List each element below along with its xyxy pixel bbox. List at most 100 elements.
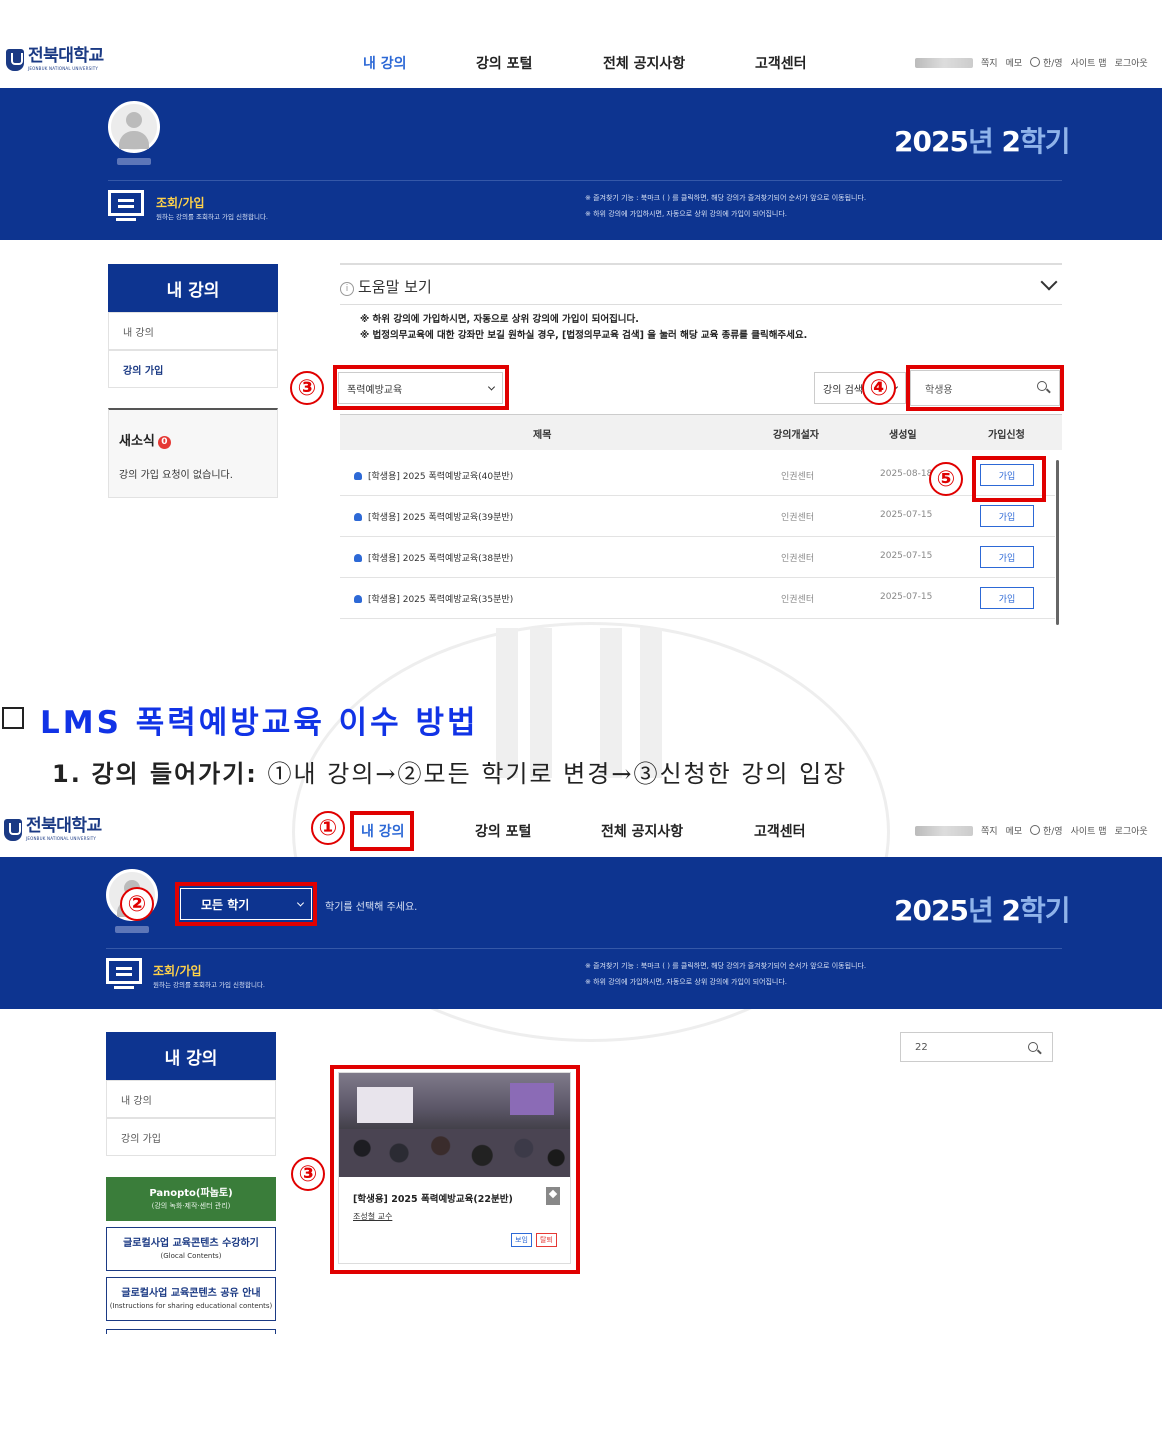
avatar-name-blurred — [115, 926, 149, 933]
row-maker: 인권센터 — [781, 472, 815, 482]
search-input-value: 22 — [915, 1041, 928, 1053]
promo-subtitle: (Instructions for sharing educational co… — [109, 1302, 273, 1310]
row-date: 2025-08-18 — [880, 469, 933, 479]
user-icon — [354, 595, 362, 603]
util-message[interactable]: 쪽지 — [981, 824, 998, 837]
row-maker: 인권센터 — [781, 595, 815, 605]
nav-my-courses[interactable]: 내 강의 — [363, 53, 407, 73]
row-title-text: [학생용] 2025 폭력예방교육(35분반) — [368, 595, 514, 605]
util-memo[interactable]: 메모 — [1006, 824, 1023, 837]
university-emblem-icon — [6, 48, 24, 71]
banner-divider — [106, 948, 1062, 949]
row-title[interactable]: [학생용] 2025 폭력예방교육(39분반) — [354, 510, 513, 523]
row-title[interactable]: [학생용] 2025 폭력예방교육(40분반) — [354, 469, 513, 482]
user-name-blurred — [915, 825, 973, 836]
avatar — [108, 101, 160, 153]
search-type-value: 강의 검색 — [823, 384, 863, 396]
nav-course-portal[interactable]: 강의 포털 — [476, 53, 532, 73]
chevron-down-icon[interactable] — [1040, 273, 1058, 291]
step-marker: ③ — [291, 1157, 325, 1191]
help-divider — [340, 304, 1062, 305]
help-title: 도움말 보기 — [358, 278, 432, 296]
promo-partial — [106, 1329, 276, 1334]
semester-year-suffix: 년 — [967, 894, 1002, 927]
sidebar-item-my-courses[interactable]: 내 강의 — [106, 1080, 276, 1118]
utility-menu: 쪽지 메모 한/영 사이트 맵 로그아웃 — [915, 824, 1148, 837]
nav-all-notices[interactable]: 전체 공지사항 — [603, 53, 685, 73]
util-logout[interactable]: 로그아웃 — [1115, 824, 1148, 837]
scrollbar[interactable] — [1056, 460, 1059, 625]
util-language[interactable]: 한/영 — [1030, 824, 1063, 837]
step-marker: ⑤ — [929, 462, 963, 496]
banner-divider — [108, 180, 1062, 181]
news-text: 강의 가입 요청이 없습니다. — [119, 470, 233, 481]
util-logout[interactable]: 로그아웃 — [1115, 56, 1148, 69]
university-logo[interactable]: 전북대학교 JEONBUK NATIONAL UNIVERSITY — [4, 818, 102, 841]
highlight-box — [330, 1065, 580, 1274]
semester-term: 2 — [1001, 125, 1021, 158]
step-label: 강의 들어가기: — [91, 760, 258, 788]
util-sitemap[interactable]: 사이트 맵 — [1071, 824, 1107, 837]
help-top-rule — [340, 263, 1062, 265]
row-title-text: [학생용] 2025 폭력예방교육(39분반) — [368, 513, 514, 523]
university-emblem-icon — [4, 818, 22, 841]
nav-course-portal[interactable]: 강의 포털 — [475, 821, 531, 841]
banner-note: ※ 즐겨찾기 기능 : 북마크 ( ) 를 클릭하면, 해당 강의가 즐겨찾기되… — [585, 194, 867, 202]
news-title: 새소식 0 — [119, 430, 171, 449]
user-icon — [354, 472, 362, 480]
help-toggle[interactable]: i 도움말 보기 — [340, 276, 432, 297]
col-title: 제목 — [533, 430, 552, 441]
table-row: [학생용] 2025 폭력예방교육(39분반) 인권센터 2025-07-15 … — [340, 496, 1055, 537]
highlight-box — [333, 365, 509, 410]
row-title[interactable]: [학생용] 2025 폭력예방교육(35분반) — [354, 592, 513, 605]
nav-all-notices[interactable]: 전체 공지사항 — [601, 821, 683, 841]
banner-note: ※ 즐겨찾기 기능 : 북마크 ( ) 를 클릭하면, 해당 강의가 즐겨찾기되… — [585, 962, 867, 970]
promo-title: 글로컬사업 교육콘텐츠 공유 안내 — [121, 1288, 261, 1299]
section-heading: LMS 폭력예방교육 이수 방법 — [40, 705, 479, 741]
sidebar-item-my-courses[interactable]: 내 강의 — [108, 312, 278, 350]
sidebar-item-course-join[interactable]: 강의 가입 — [108, 350, 278, 388]
banner-note: ※ 하위 강의에 가입하시면, 자동으로 상위 강의에 가입이 되어집니다. — [585, 978, 787, 986]
user-icon — [354, 554, 362, 562]
glocal-share-button[interactable]: 글로컬사업 교육콘텐츠 공유 안내 (Instructions for shari… — [106, 1277, 276, 1321]
row-title[interactable]: [학생용] 2025 폭력예방교육(38분반) — [354, 551, 513, 564]
university-logo[interactable]: 전북대학교 JEONBUK NATIONAL UNIVERSITY — [6, 48, 104, 71]
logo-english: JEONBUK NATIONAL UNIVERSITY — [26, 836, 96, 841]
join-button[interactable]: 가입 — [980, 587, 1034, 609]
util-sitemap[interactable]: 사이트 맵 — [1071, 56, 1107, 69]
join-button[interactable]: 가입 — [980, 505, 1034, 527]
news-box: 새소식 0 강의 가입 요청이 없습니다. — [108, 408, 278, 498]
logo-english: JEONBUK NATIONAL UNIVERSITY — [28, 66, 98, 71]
util-language-label: 한/영 — [1043, 59, 1063, 69]
nav-customer-center[interactable]: 고객센터 — [755, 53, 807, 73]
util-message[interactable]: 쪽지 — [981, 56, 998, 69]
col-join: 가입신청 — [988, 430, 1025, 441]
search-icon[interactable] — [1028, 1042, 1038, 1052]
step-description: ①내 강의→②모든 학기로 변경→③신청한 강의 입장 — [267, 760, 848, 788]
info-icon: i — [340, 282, 354, 296]
logo-korean: 전북대학교 — [26, 816, 102, 836]
semester-year: 2025 — [894, 894, 969, 927]
globe-icon — [1030, 57, 1041, 67]
news-title-label: 새소식 — [119, 434, 155, 449]
glocal-contents-button[interactable]: 글로컬사업 교육콘텐츠 수강하기 (Glocal Contents) — [106, 1227, 276, 1271]
panopto-button[interactable]: Panopto(파놉토) (강의 녹화·제작·센터 관리) — [106, 1177, 276, 1221]
promo-title: 글로컬사업 교육콘텐츠 수강하기 — [123, 1238, 259, 1249]
section-checkbox-icon — [2, 707, 24, 729]
util-language[interactable]: 한/영 — [1030, 56, 1063, 69]
join-button[interactable]: 가입 — [980, 546, 1034, 568]
help-note: ※ 하위 강의에 가입하시면, 자동으로 상위 강의에 가입이 되어집니다. — [360, 314, 639, 325]
semester-title: 2025년 2학기 — [894, 889, 1070, 929]
sidebar-heading: 내 강의 — [106, 1032, 276, 1080]
highlight-box — [906, 365, 1064, 411]
semester-year: 2025 — [894, 125, 969, 158]
nav-customer-center[interactable]: 고객센터 — [754, 821, 806, 841]
semester-title: 2025년 2학기 — [894, 120, 1070, 160]
row-title-text: [학생용] 2025 폭력예방교육(38분반) — [368, 554, 514, 564]
promo-subtitle: (강의 녹화·제작·센터 관리) — [151, 1202, 231, 1210]
globe-icon — [1030, 825, 1041, 835]
sidebar-item-course-join[interactable]: 강의 가입 — [106, 1118, 276, 1156]
search-input[interactable]: 22 — [900, 1032, 1053, 1062]
logo-korean: 전북대학교 — [28, 46, 104, 66]
util-memo[interactable]: 메모 — [1006, 56, 1023, 69]
